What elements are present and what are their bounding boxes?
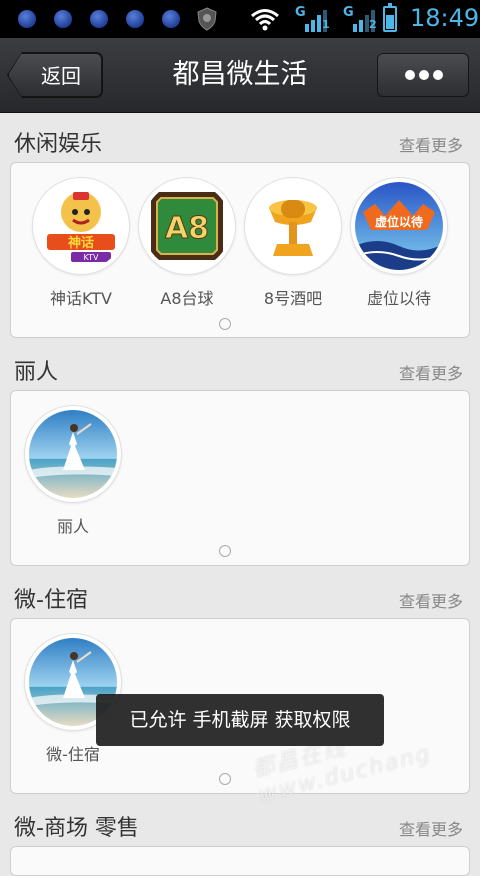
notification-icon [54,10,72,28]
list-item[interactable]: 神话 KTV 神话KTV [29,177,133,309]
section-header: 休闲娱乐 查看更多 [0,122,480,162]
bar-microphone-logo [249,182,337,270]
a8-billiards-logo: A8 [143,182,231,270]
pager-dot [219,318,231,330]
item-label: A8台球 [160,289,214,308]
ktv-logo: 神话 KTV [37,182,125,270]
view-more-link[interactable]: 查看更多 [399,588,463,612]
pager-dot [219,773,231,785]
shield-icon [197,7,217,31]
list-item[interactable]: 丽人 [21,405,125,537]
section-title: 微-商场 零售 [14,816,139,841]
svg-text:神话: 神话 [68,235,94,251]
notification-icon [90,10,108,28]
item-label: 丽人 [56,517,89,536]
beach-woman-photo [29,410,117,498]
list-item[interactable]: A8 A8台球 [135,177,239,309]
list-item[interactable]: 虚位以待 虚位以待 [347,177,451,309]
notification-icon [126,10,144,28]
section-header: 丽人 查看更多 [0,350,480,390]
section-card: 丽人 [10,390,470,566]
view-more-link[interactable]: 查看更多 [399,816,463,840]
svg-text:虚位以待: 虚位以待 [375,214,423,229]
svg-text:A8: A8 [165,211,209,246]
section-title: 休闲娱乐 [14,132,103,157]
battery-icon [383,3,397,32]
notification-icon [18,10,36,28]
list-item[interactable]: 8号酒吧 [241,177,345,309]
svg-text:KTV: KTV [84,253,100,262]
section-title: 微-住宿 [14,588,88,613]
section-header: 微-商场 零售 查看更多 [0,806,480,846]
item-label: 虚位以待 [366,289,431,308]
section-title: 丽人 [14,360,59,385]
clock: 18:49 [410,4,480,32]
item-label: 8号酒吧 [263,289,323,308]
section-card [10,846,470,876]
pager-dot [219,545,231,557]
view-more-link[interactable]: 查看更多 [399,360,463,384]
wifi-icon [251,9,279,31]
notification-icon [162,10,180,28]
page-title: 都昌微生活 [172,59,308,90]
section-card: 神话 KTV 神话KTV A8 A8台球 8号酒吧 虚位以待 虚位以待 [10,162,470,338]
toast-message: 已允许 手机截屏 获取权限 [96,694,384,746]
view-more-link[interactable]: 查看更多 [399,132,463,156]
status-bar: G 1 G 2 18:49 [0,0,480,38]
placeholder-logo: 虚位以待 [355,182,443,270]
item-label: 神话KTV [50,289,112,308]
section-header: 微-住宿 查看更多 [0,578,480,618]
